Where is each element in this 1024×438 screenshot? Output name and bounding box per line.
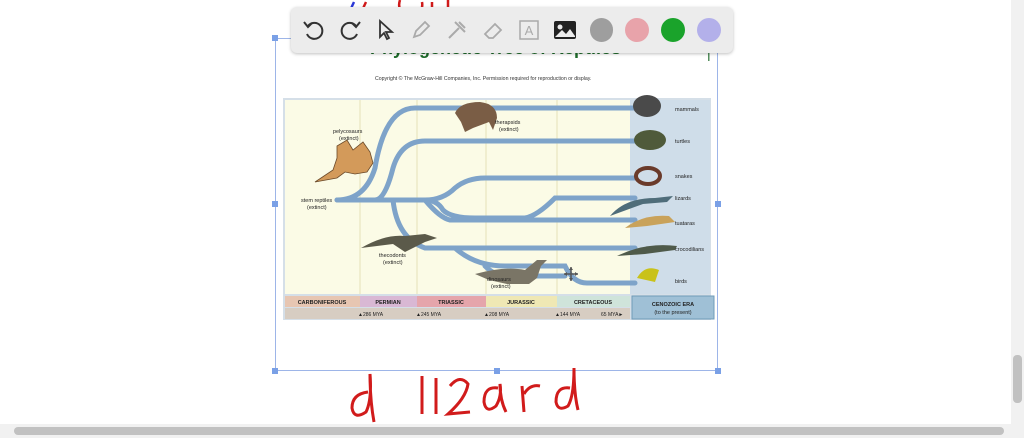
taxon-crocodilians: crocodilians (675, 247, 704, 253)
taxon-tuataras: tuataras (675, 221, 695, 227)
period-permian: PERMIAN (375, 300, 400, 306)
resize-handle-bl[interactable] (272, 368, 278, 374)
mya-144: ▲144 MYA (555, 312, 581, 318)
image-icon (553, 21, 576, 39)
mya-208: ▲208 MYA (484, 312, 510, 318)
turtle-illustration (634, 130, 666, 150)
era-cenozoic: CENOZOIC ERA (652, 302, 694, 308)
drawing-toolbar: A (291, 7, 733, 53)
taxon-turtles: turtles (675, 139, 690, 145)
label-stem-reptiles-sub: (extinct) (307, 205, 327, 211)
period-cretaceous: CRETACEOUS (574, 300, 612, 306)
label-pelycosaurs: pelycosaurs (333, 129, 363, 135)
era-cenozoic-sub: (to the present) (654, 310, 691, 316)
label-therapsids-sub: (extinct) (499, 127, 519, 133)
label-thecodonts-sub: (extinct) (383, 260, 403, 266)
color-pink-swatch[interactable] (625, 18, 650, 42)
vertical-scroll-thumb[interactable] (1013, 355, 1022, 403)
mya-245: ▲245 MYA (416, 312, 442, 318)
pencil-icon (412, 20, 431, 39)
label-thecodonts: thecodonts (379, 253, 406, 259)
redo-icon (340, 21, 361, 40)
vertical-scrollbar[interactable] (1011, 0, 1024, 424)
horizontal-scroll-thumb[interactable] (14, 427, 1004, 435)
move-cursor-icon (564, 267, 578, 281)
eraser-icon (483, 22, 503, 39)
mya-65: 65 MYA► (601, 312, 623, 318)
phylogenetic-tree-image[interactable]: Phylogenetic Tree of Reptiles | Copyrigh… (275, 38, 718, 328)
select-button[interactable] (371, 15, 401, 45)
color-gray-swatch[interactable] (589, 18, 614, 42)
whiteboard-canvas[interactable]: Phylogenetic Tree of Reptiles | Copyrigh… (0, 0, 1024, 438)
taxon-lizards: lizards (675, 196, 691, 202)
taxon-snakes: snakes (675, 174, 693, 180)
undo-icon (303, 21, 324, 40)
color-lavender-swatch[interactable] (697, 18, 722, 42)
label-stem-reptiles: stem reptiles (301, 198, 332, 204)
select-icon (378, 18, 394, 41)
redo-button[interactable] (335, 15, 365, 45)
tools-button[interactable] (442, 15, 472, 45)
pencil-button[interactable] (406, 15, 436, 45)
undo-button[interactable] (299, 15, 329, 45)
period-triassic: TRIASSIC (438, 300, 464, 306)
resize-handle-br[interactable] (715, 368, 721, 374)
color-green-swatch[interactable] (661, 18, 686, 42)
eraser-button[interactable] (478, 15, 508, 45)
period-jurassic: JURASSIC (507, 300, 535, 306)
taxon-mammals: mammals (675, 107, 699, 113)
mya-286: ▲286 MYA (358, 312, 384, 318)
tools-icon (448, 21, 466, 39)
label-therapsids: therapsids (495, 120, 521, 126)
image-button[interactable] (550, 15, 580, 45)
period-carboniferous: CARBONIFEROUS (298, 300, 347, 306)
taxon-birds: birds (675, 279, 687, 285)
handwriting-bottom (350, 367, 580, 423)
text-icon: A (519, 20, 539, 40)
label-dinosaurs: dinosaurs (487, 277, 511, 283)
text-button[interactable]: A (514, 15, 544, 45)
label-pelycosaurs-sub: (extinct) (339, 136, 359, 142)
label-dinosaurs-sub: (extinct) (491, 284, 511, 290)
horizontal-scrollbar[interactable] (0, 424, 1024, 438)
copyright-text: Copyright © The McGraw-Hill Companies, I… (375, 75, 591, 82)
svg-text:A: A (525, 23, 534, 38)
raccoon-illustration (633, 95, 661, 117)
